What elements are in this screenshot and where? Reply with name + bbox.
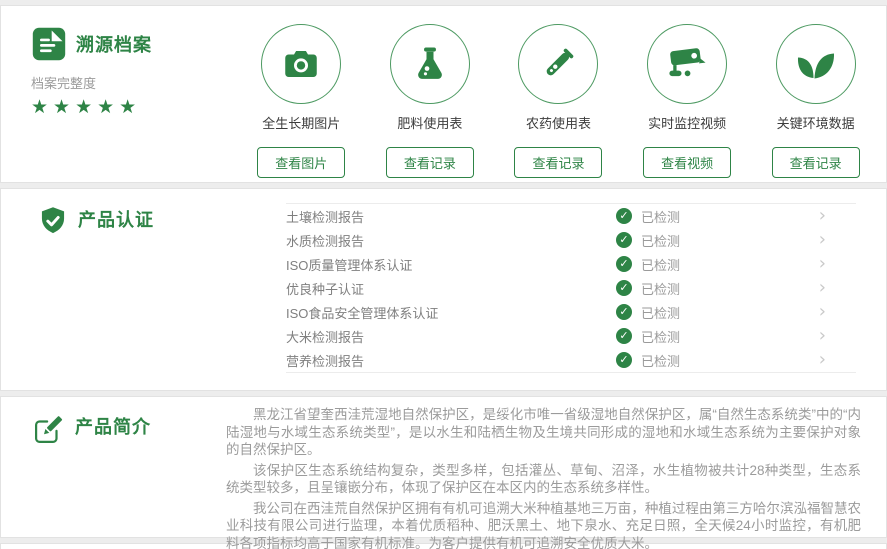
certification-row[interactable]: ISO食品安全管理体系认证 ✓ 已检测 › bbox=[286, 300, 856, 324]
archive-item-label: 全生长期图片 bbox=[237, 113, 366, 132]
view-button[interactable]: 查看记录 bbox=[514, 147, 602, 178]
certification-row[interactable]: ISO质量管理体系认证 ✓ 已检测 › bbox=[286, 252, 856, 276]
chevron-right-icon[interactable]: › bbox=[819, 231, 826, 249]
check-icon: ✓ bbox=[616, 208, 632, 224]
archive-item: 实时监控视频 查看视频 bbox=[623, 24, 752, 182]
introduction-card: 产品简介 黑龙江省望奎西洼荒湿地自然保护区，是绥化市唯一省级湿地自然保护区，属“… bbox=[0, 396, 887, 538]
camera-icon bbox=[261, 24, 341, 104]
view-button[interactable]: 查看记录 bbox=[772, 147, 860, 178]
archive-item: 全生长期图片 查看图片 bbox=[237, 24, 366, 182]
certification-list: 土壤检测报告 ✓ 已检测 › 水质检测报告 ✓ 已检测 › bbox=[286, 203, 856, 373]
check-icon: ✓ bbox=[616, 256, 632, 272]
certification-row[interactable]: 水质检测报告 ✓ 已检测 › bbox=[286, 228, 856, 252]
archive-item: 农药使用表 查看记录 bbox=[494, 24, 623, 182]
certification-card: 产品认证 土壤检测报告 ✓ 已检测 › 水质检测报告 ✓ 已检测 bbox=[0, 188, 887, 391]
certification-status: ✓ 已检测 bbox=[616, 351, 680, 370]
chevron-right-icon[interactable]: › bbox=[819, 327, 826, 345]
certification-status: ✓ 已检测 bbox=[616, 255, 680, 274]
view-button[interactable]: 查看视频 bbox=[643, 147, 731, 178]
flask-icon bbox=[390, 24, 470, 104]
archive-item: 关键环境数据 查看记录 bbox=[751, 24, 880, 182]
certification-row[interactable]: 土壤检测报告 ✓ 已检测 › bbox=[286, 204, 856, 228]
archive-item-label: 关键环境数据 bbox=[751, 113, 880, 132]
certification-title: 产品认证 bbox=[78, 206, 154, 232]
view-button[interactable]: 查看记录 bbox=[386, 147, 474, 178]
status-text: 已检测 bbox=[641, 255, 680, 274]
certification-label: 营养检测报告 bbox=[286, 351, 616, 370]
completeness-label: 档案完整度 bbox=[31, 73, 237, 92]
certification-status: ✓ 已检测 bbox=[616, 327, 680, 346]
archive-item-list: 全生长期图片 查看图片 肥料使用表 查看记录 农药使用表 查看记录 bbox=[237, 6, 886, 182]
chevron-right-icon[interactable]: › bbox=[819, 303, 826, 321]
leaf-icon bbox=[776, 24, 856, 104]
certification-label: 优良种子认证 bbox=[286, 279, 616, 298]
introduction-text: 黑龙江省望奎西洼荒湿地自然保护区，是绥化市唯一省级湿地自然保护区，属“自然生态系… bbox=[226, 397, 886, 537]
certification-row[interactable]: 大米检测报告 ✓ 已检测 › bbox=[286, 324, 856, 348]
cctv-icon bbox=[647, 24, 727, 104]
certification-status: ✓ 已检测 bbox=[616, 303, 680, 322]
introduction-paragraph: 黑龙江省望奎西洼荒湿地自然保护区，是绥化市唯一省级湿地自然保护区，属“自然生态系… bbox=[226, 406, 861, 459]
chevron-right-icon[interactable]: › bbox=[819, 279, 826, 297]
archive-item-label: 实时监控视频 bbox=[623, 113, 752, 132]
traceability-page: 溯源档案 档案完整度 ★★★★★ 全生长期图片 查看图片 肥料使用表 查看记录 bbox=[0, 0, 887, 549]
certification-label: ISO食品安全管理体系认证 bbox=[286, 303, 616, 322]
status-text: 已检测 bbox=[641, 327, 680, 346]
archive-card: 溯源档案 档案完整度 ★★★★★ 全生长期图片 查看图片 肥料使用表 查看记录 bbox=[0, 5, 887, 183]
introduction-paragraph: 我公司在西洼荒自然保护区拥有有机可追溯大米种植基地三万亩，种植过程由第三方哈尔滨… bbox=[226, 500, 861, 549]
certification-header: 产品认证 bbox=[1, 189, 286, 390]
status-text: 已检测 bbox=[641, 231, 680, 250]
introduction-paragraph: 该保护区生态系统结构复杂，类型多样，包括灌丛、草甸、沼泽，水生植物被共计28种类… bbox=[226, 462, 861, 497]
status-text: 已检测 bbox=[641, 207, 680, 226]
status-text: 已检测 bbox=[641, 279, 680, 298]
certification-label: 水质检测报告 bbox=[286, 231, 616, 250]
certification-row[interactable]: 优良种子认证 ✓ 已检测 › bbox=[286, 276, 856, 300]
edit-icon bbox=[31, 413, 65, 447]
check-icon: ✓ bbox=[616, 304, 632, 320]
shield-check-icon bbox=[38, 206, 68, 238]
certification-row[interactable]: 营养检测报告 ✓ 已检测 › bbox=[286, 348, 856, 372]
test-tube-icon bbox=[518, 24, 598, 104]
introduction-title: 产品简介 bbox=[75, 413, 151, 439]
check-icon: ✓ bbox=[616, 352, 632, 368]
archive-item: 肥料使用表 查看记录 bbox=[366, 24, 495, 182]
check-icon: ✓ bbox=[616, 280, 632, 296]
archive-title: 溯源档案 bbox=[76, 31, 152, 57]
chevron-right-icon[interactable]: › bbox=[819, 207, 826, 225]
archive-item-label: 肥料使用表 bbox=[366, 113, 495, 132]
star-rating: ★★★★★ bbox=[31, 96, 237, 119]
status-text: 已检测 bbox=[641, 303, 680, 322]
certification-status: ✓ 已检测 bbox=[616, 207, 680, 226]
certification-status: ✓ 已检测 bbox=[616, 279, 680, 298]
introduction-header: 产品简介 bbox=[1, 397, 226, 537]
certification-label: 大米检测报告 bbox=[286, 327, 616, 346]
chevron-right-icon[interactable]: › bbox=[819, 255, 826, 273]
archive-item-label: 农药使用表 bbox=[494, 113, 623, 132]
check-icon: ✓ bbox=[616, 232, 632, 248]
status-text: 已检测 bbox=[641, 351, 680, 370]
view-button[interactable]: 查看图片 bbox=[257, 147, 345, 178]
archive-header: 溯源档案 档案完整度 ★★★★★ bbox=[1, 6, 237, 182]
certification-label: 土壤检测报告 bbox=[286, 207, 616, 226]
certification-status: ✓ 已检测 bbox=[616, 231, 680, 250]
certification-label: ISO质量管理体系认证 bbox=[286, 255, 616, 274]
chevron-right-icon[interactable]: › bbox=[819, 351, 826, 369]
document-icon bbox=[31, 26, 67, 62]
check-icon: ✓ bbox=[616, 328, 632, 344]
